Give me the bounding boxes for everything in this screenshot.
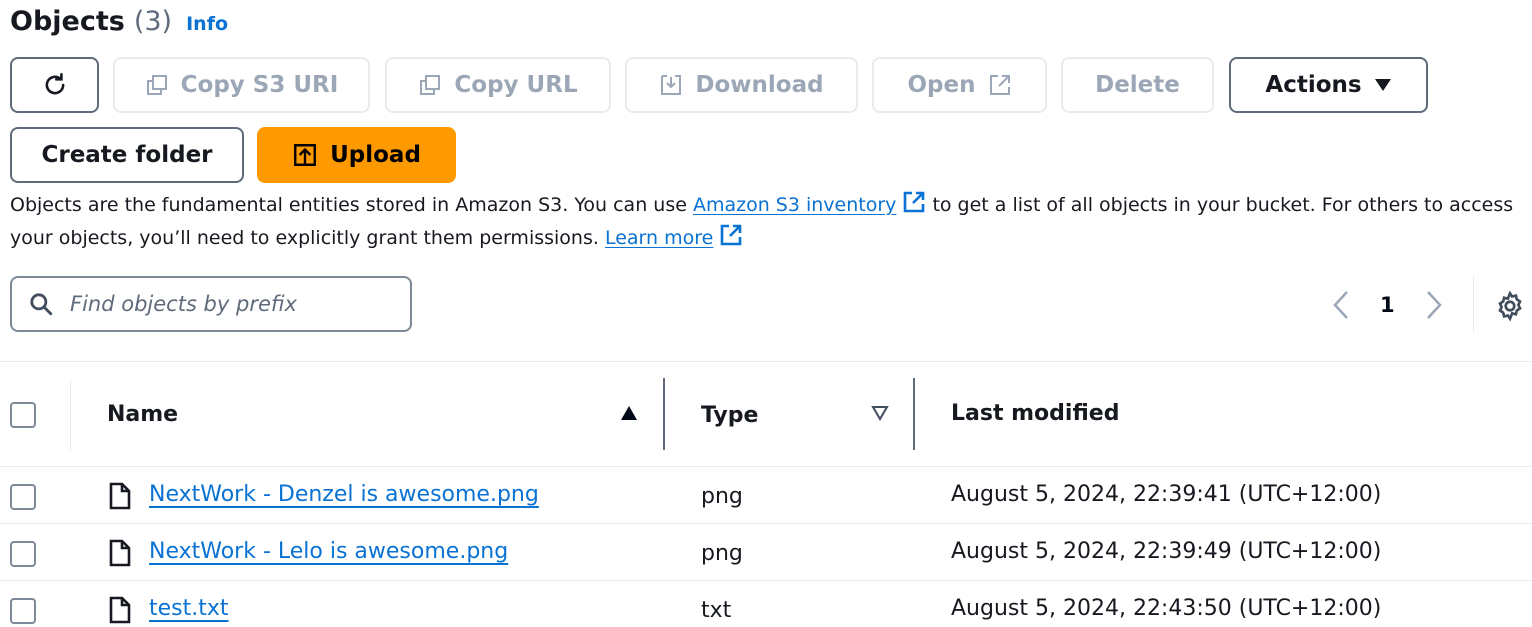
- file-icon: [108, 482, 132, 510]
- caret-down-icon: [1374, 78, 1392, 92]
- external-link-icon: [902, 190, 926, 223]
- refresh-icon: [41, 71, 69, 99]
- current-page-number[interactable]: 1: [1380, 293, 1395, 317]
- copy-s3-uri-label: Copy S3 URI: [180, 72, 339, 98]
- refresh-button[interactable]: [10, 57, 99, 113]
- description-text: your objects, you’ll need to explicitly …: [10, 227, 605, 249]
- learn-more-link[interactable]: Learn more: [605, 227, 713, 249]
- page-header: Objects (3) Info: [10, 6, 228, 37]
- objects-description: Objects are the fundamental entities sto…: [10, 190, 1532, 256]
- row-checkbox[interactable]: [10, 598, 36, 624]
- info-link[interactable]: Info: [186, 13, 228, 35]
- row-divider: [0, 523, 1532, 524]
- download-icon: [659, 73, 683, 97]
- column-resizer[interactable]: [663, 378, 665, 450]
- s3-inventory-link[interactable]: Amazon S3 inventory: [693, 194, 896, 216]
- previous-page-icon[interactable]: [1330, 290, 1352, 320]
- select-all-checkbox[interactable]: [10, 402, 36, 428]
- column-header-last-modified[interactable]: Last modified: [951, 401, 1119, 426]
- column-resizer[interactable]: [913, 378, 915, 450]
- pager-divider: [1473, 275, 1474, 333]
- object-type: txt: [701, 598, 732, 623]
- row-checkbox[interactable]: [10, 484, 36, 510]
- column-header-name[interactable]: Name: [107, 402, 178, 427]
- pagination: 1: [1330, 275, 1474, 333]
- file-icon: [108, 539, 132, 567]
- open-label: Open: [907, 72, 976, 98]
- copy-icon: [145, 73, 169, 97]
- gear-icon[interactable]: [1494, 290, 1526, 322]
- object-name-link[interactable]: NextWork - Lelo is awesome.png: [149, 539, 508, 564]
- object-last-modified: August 5, 2024, 22:43:50 (UTC+12:00): [951, 596, 1382, 621]
- sort-ascending-icon[interactable]: [620, 405, 638, 421]
- object-name-link[interactable]: NextWork - Denzel is awesome.png: [149, 482, 539, 507]
- description-text: Objects are the fundamental entities sto…: [10, 194, 693, 216]
- table-top-border: [0, 361, 1532, 362]
- upload-label: Upload: [330, 142, 421, 168]
- delete-button[interactable]: Delete: [1061, 57, 1214, 113]
- create-folder-label: Create folder: [41, 142, 213, 168]
- file-icon: [108, 596, 132, 624]
- object-type: png: [701, 541, 743, 566]
- object-name-link[interactable]: test.txt: [149, 596, 229, 621]
- column-header-type[interactable]: Type: [701, 403, 758, 428]
- object-last-modified: August 5, 2024, 22:39:49 (UTC+12:00): [951, 539, 1382, 564]
- actions-dropdown-button[interactable]: Actions: [1229, 57, 1428, 113]
- copy-s3-uri-button[interactable]: Copy S3 URI: [113, 57, 370, 113]
- external-link-icon: [719, 223, 743, 256]
- download-button[interactable]: Download: [625, 57, 858, 113]
- actions-label: Actions: [1265, 72, 1362, 98]
- object-type: png: [701, 484, 743, 509]
- object-count: (3): [133, 6, 173, 37]
- sort-unsorted-icon[interactable]: [871, 405, 889, 421]
- row-divider: [0, 580, 1532, 581]
- description-text: to get a list of all objects in your buc…: [926, 194, 1514, 216]
- next-page-icon[interactable]: [1423, 290, 1445, 320]
- copy-url-label: Copy URL: [454, 72, 578, 98]
- row-checkbox[interactable]: [10, 541, 36, 567]
- upload-button[interactable]: Upload: [257, 127, 456, 183]
- search-input[interactable]: [68, 291, 388, 317]
- copy-icon: [418, 73, 442, 97]
- page-title: Objects: [10, 6, 125, 37]
- search-icon: [28, 291, 54, 317]
- external-link-icon: [988, 73, 1012, 97]
- create-folder-button[interactable]: Create folder: [10, 127, 244, 183]
- search-box[interactable]: [10, 276, 412, 332]
- object-last-modified: August 5, 2024, 22:39:41 (UTC+12:00): [951, 482, 1382, 507]
- column-divider: [70, 380, 71, 450]
- row-divider: [0, 466, 1532, 467]
- delete-label: Delete: [1095, 72, 1180, 98]
- copy-url-button[interactable]: Copy URL: [385, 57, 611, 113]
- download-label: Download: [695, 72, 824, 98]
- upload-icon: [292, 142, 318, 168]
- open-button[interactable]: Open: [872, 57, 1047, 113]
